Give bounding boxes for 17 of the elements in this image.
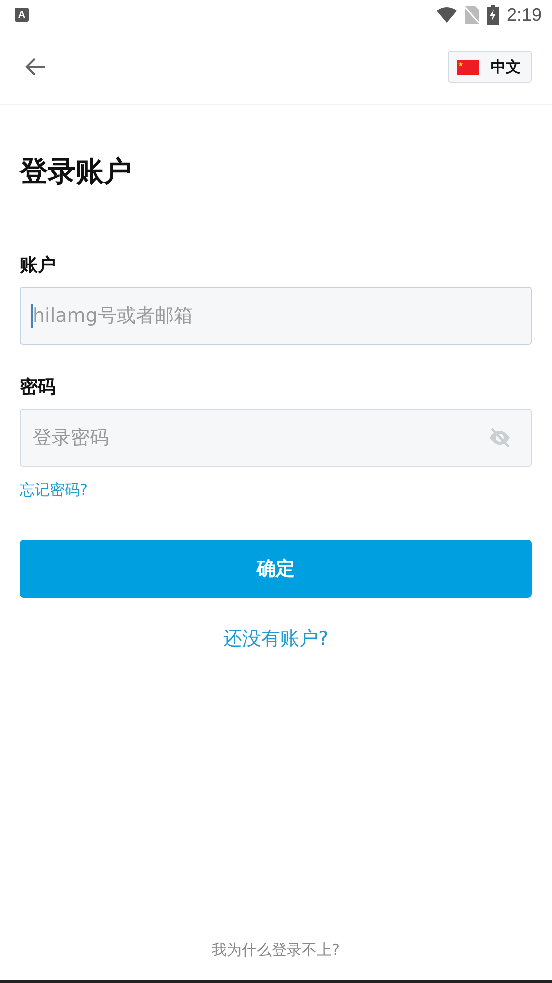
field-label: 密码 [20,376,57,399]
forgot-password-link[interactable]: 忘记密码? [20,481,88,500]
confirm-button[interactable]: 确定 [20,540,532,598]
page-title: 登录账户 [20,154,133,190]
flag-icon [457,60,479,74]
help-link[interactable]: 我为什么登录不上? [212,941,340,960]
text-cursor [31,304,33,328]
wifi-icon [436,7,457,23]
no-sim-icon [464,6,479,24]
signup-link[interactable]: 还没有账户? [223,626,329,652]
password-field[interactable]: 登录密码 [20,409,532,467]
notification-icon: A [15,8,29,22]
field-label: 账户 [20,254,57,277]
account-field[interactable]: hilamg号或者邮箱 [20,287,532,345]
clock-time: 2:19 [506,4,542,26]
language-button[interactable]: 中文 [448,51,532,83]
battery-charging-icon [486,5,499,25]
